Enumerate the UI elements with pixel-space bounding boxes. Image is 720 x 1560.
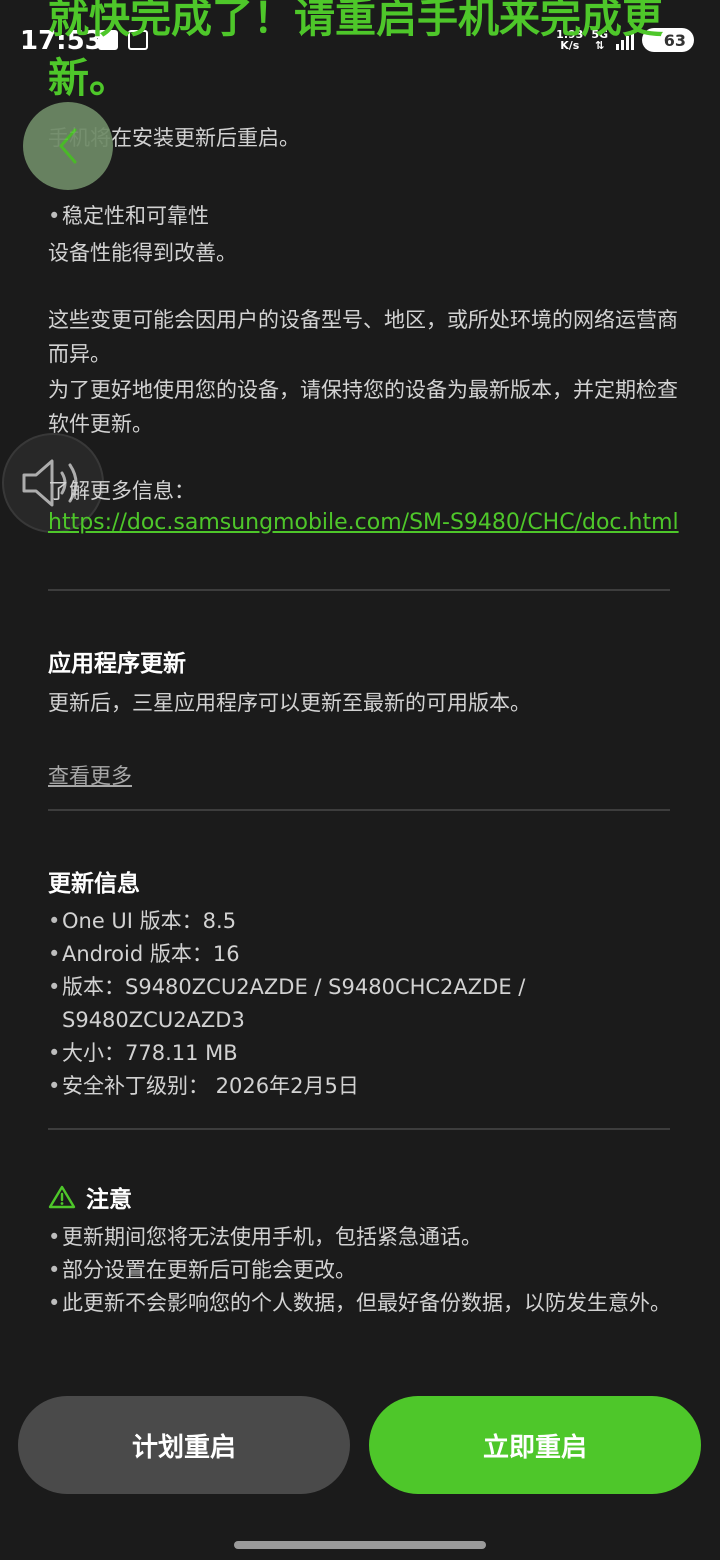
see-more-link[interactable]: 查看更多 (48, 760, 132, 790)
disclaimer-network: 这些变更可能会因用户的设备型号、地区，或所处环境的网络运营商而异。 (48, 308, 678, 366)
list-item: 部分设置在更新后可能会更改。 (48, 1254, 678, 1287)
list-item: One UI 版本：8.5 (48, 905, 678, 938)
intro-text: 手机将在安装更新后重启。 (48, 126, 300, 150)
app-update-title: 应用程序更新 (48, 651, 186, 677)
warning-triangle-icon (48, 1185, 76, 1209)
stability-desc: 设备性能得到改善。 (48, 241, 237, 265)
update-info-list: One UI 版本：8.5 Android 版本：16 版本：S9480ZCU2… (48, 905, 678, 1103)
list-item: 版本：S9480ZCU2AZDE / S9480CHC2AZDE / S9480… (48, 971, 678, 1037)
more-info-label: 了解更多信息： (48, 479, 195, 503)
list-item: 安全补丁级别： 2026年2月5日 (48, 1070, 678, 1103)
update-info-title: 更新信息 (48, 871, 140, 897)
list-item: Android 版本：16 (48, 938, 678, 971)
schedule-restart-button[interactable]: 计划重启 (18, 1396, 350, 1494)
home-indicator[interactable] (234, 1541, 486, 1549)
list-item: 更新期间您将无法使用手机，包括紧急通话。 (48, 1221, 678, 1254)
notice-list: 更新期间您将无法使用手机，包括紧急通话。 部分设置在更新后可能会更改。 此更新不… (48, 1221, 678, 1320)
notice-title: 注意 (86, 1187, 132, 1213)
divider (48, 1128, 670, 1130)
divider (48, 809, 670, 811)
disclaimer-keep-updated: 为了更好地使用您的设备，请保持您的设备为最新版本，并定期检查软件更新。 (48, 378, 678, 436)
page-title: 就快完成了！请重启手机来完成更新。 (48, 0, 663, 102)
notice-header: 注意 (48, 1180, 132, 1214)
stability-list: 稳定性和可靠性 (48, 200, 678, 233)
app-update-desc: 更新后，三星应用程序可以更新至最新的可用版本。 (48, 691, 531, 715)
divider (48, 589, 670, 591)
more-info-link[interactable]: https://doc.samsungmobile.com/SM-S9480/C… (48, 507, 688, 539)
list-item: 大小：778.11 MB (48, 1037, 678, 1070)
list-item: 此更新不会影响您的个人数据，但最好备份数据，以防发生意外。 (48, 1287, 678, 1320)
back-button[interactable] (23, 102, 113, 190)
stability-bullet: 稳定性和可靠性 (48, 200, 678, 233)
restart-now-button[interactable]: 立即重启 (369, 1396, 701, 1494)
chevron-left-icon (59, 128, 77, 164)
